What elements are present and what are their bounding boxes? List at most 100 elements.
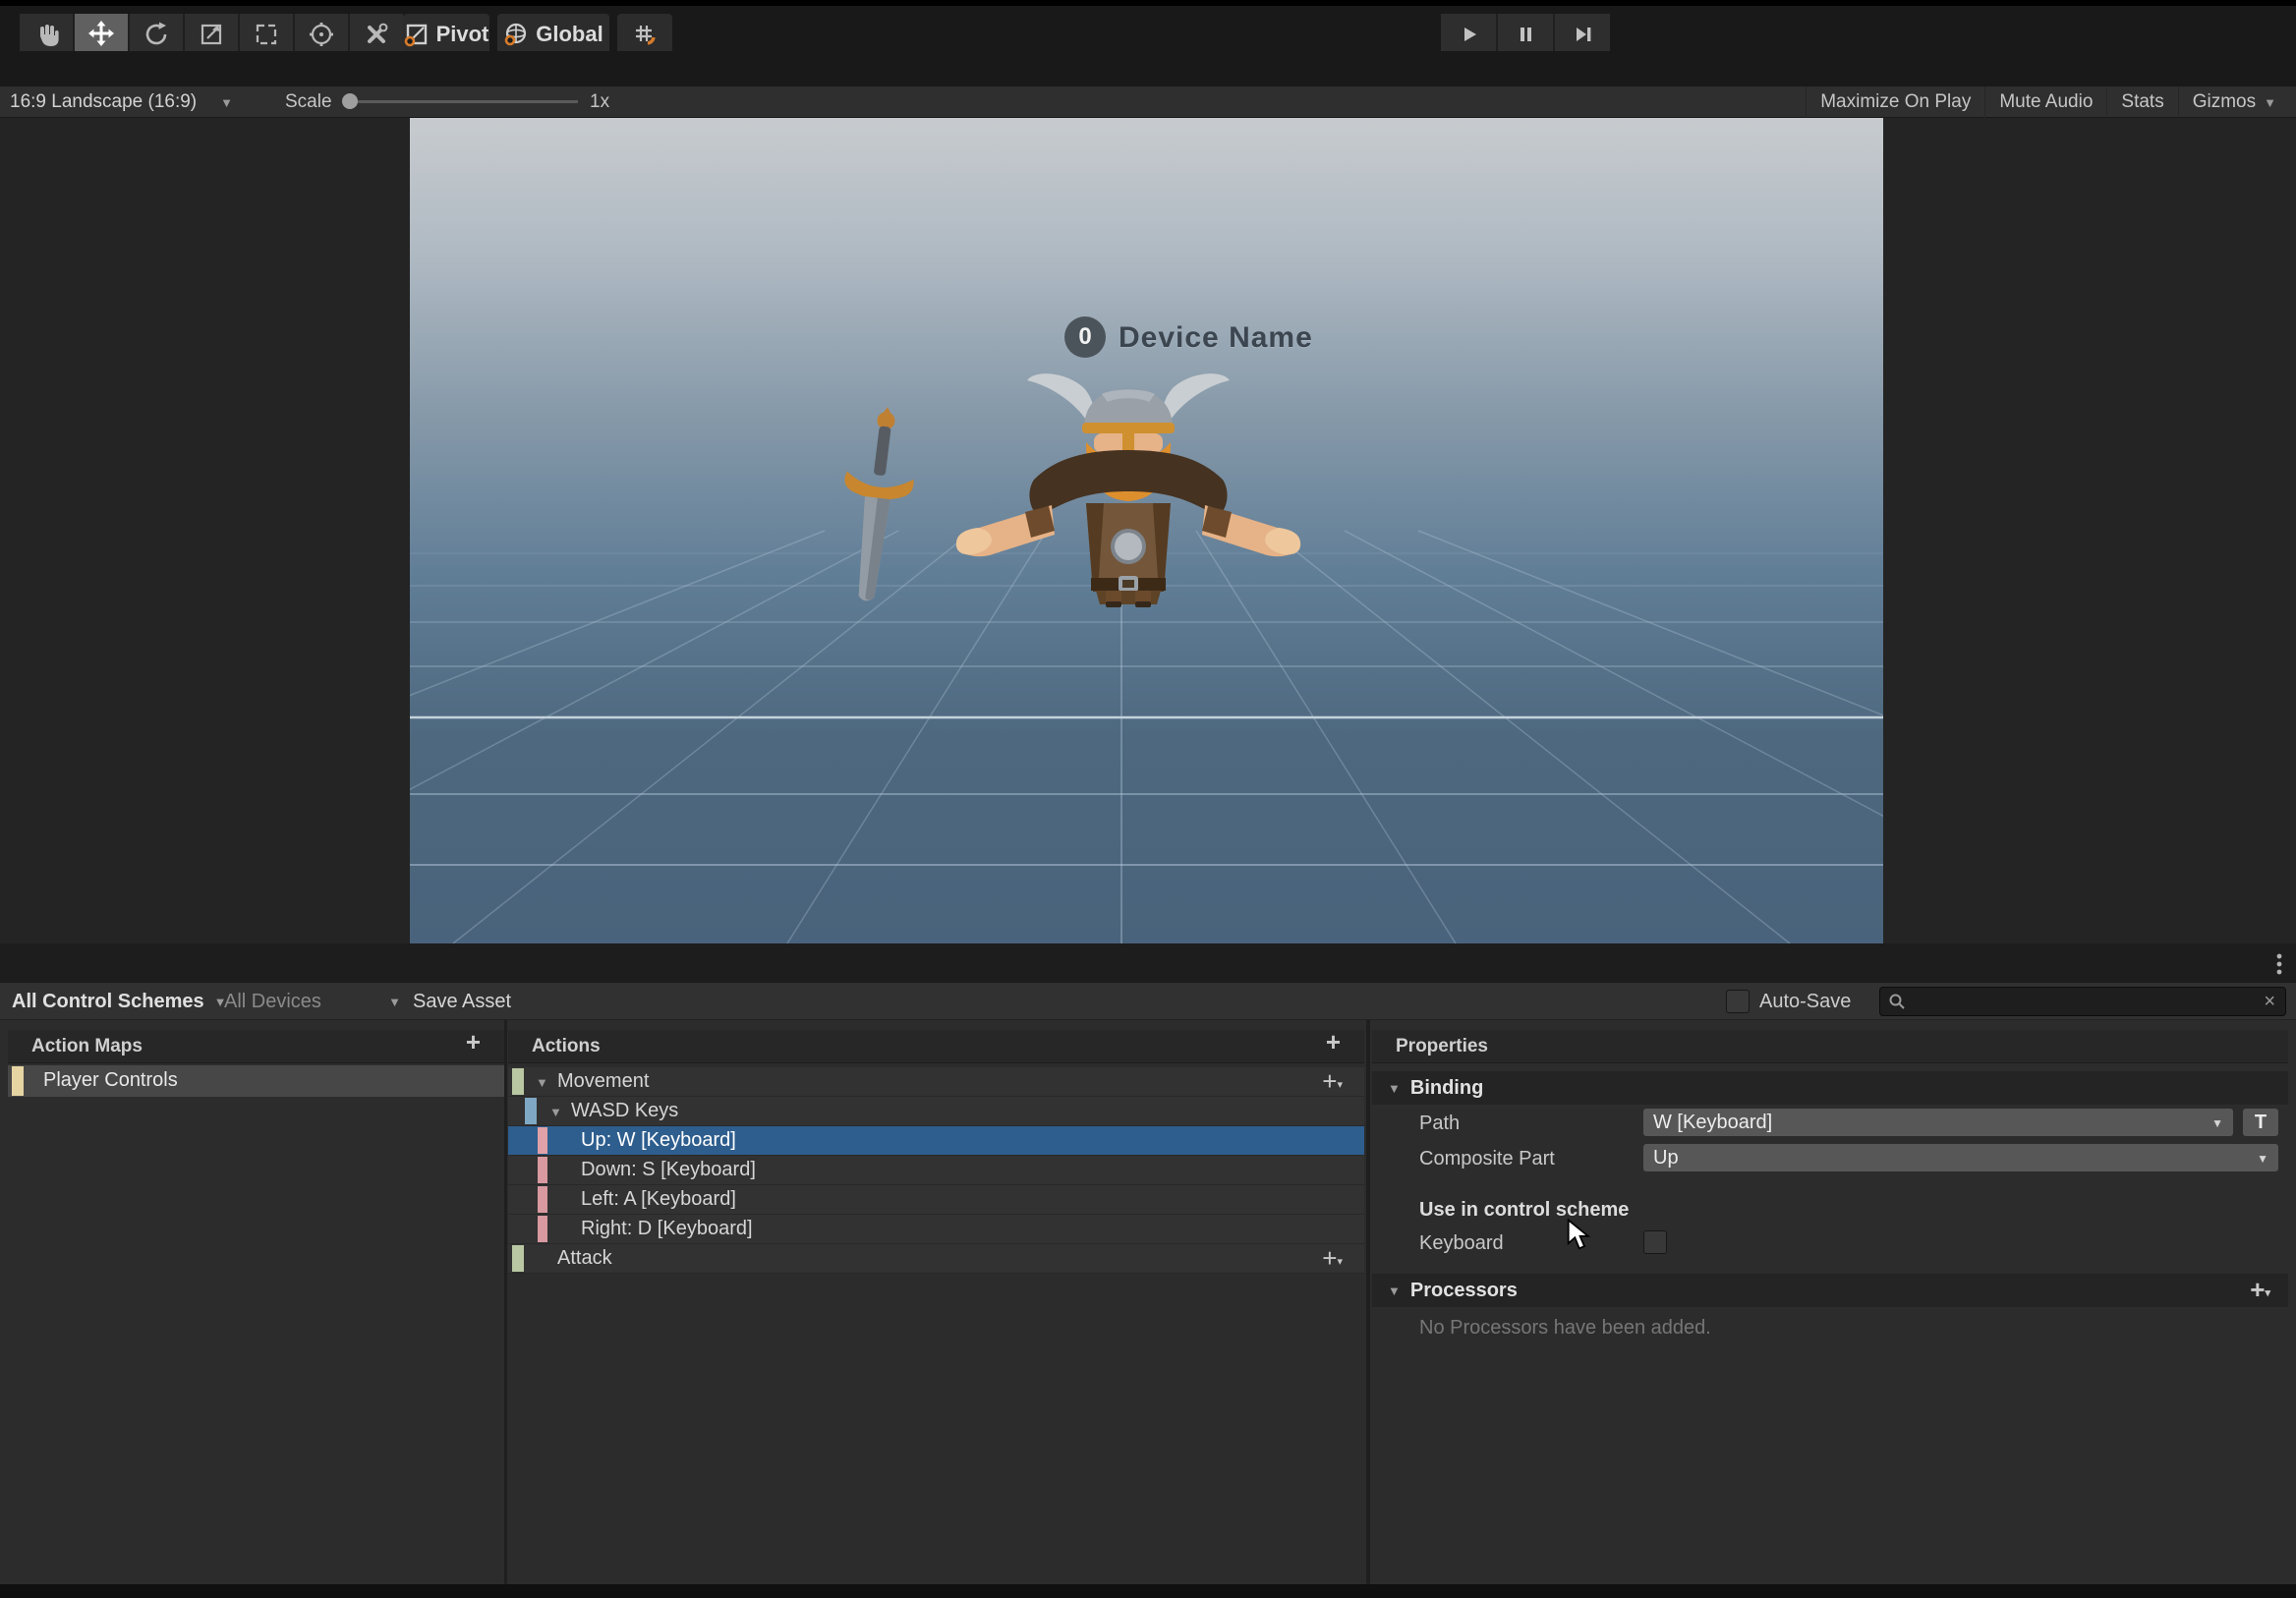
window-menu-icon[interactable] <box>2272 951 2286 977</box>
action-color-strip <box>512 1245 524 1272</box>
add-action-button[interactable]: + <box>1326 1032 1341 1052</box>
search-clear-icon[interactable]: × <box>2264 991 2275 1013</box>
devices-arrow: ▼ <box>388 995 401 1009</box>
control-scheme-heading: Use in control scheme <box>1419 1199 1629 1222</box>
transform-tool-button[interactable] <box>295 14 348 55</box>
mute-audio-button[interactable]: Mute Audio <box>1984 86 2106 118</box>
scale-slider[interactable] <box>346 100 578 103</box>
add-binding-button[interactable]: +▾ <box>1322 1071 1343 1091</box>
path-dropdown[interactable]: W [Keyboard] ▼ <box>1643 1109 2233 1136</box>
step-button[interactable] <box>1555 14 1610 55</box>
rect-tool-button[interactable] <box>240 14 293 55</box>
path-label: Path <box>1419 1113 1460 1135</box>
binding-row-label: Left: A [Keyboard] <box>581 1188 736 1211</box>
action-row-label: Movement <box>557 1070 649 1093</box>
scale-tool-button[interactable] <box>185 14 238 55</box>
auto-save-label: Auto-Save <box>1759 991 1851 1013</box>
binding-section-label: Binding <box>1410 1077 1483 1100</box>
binding-row-left[interactable]: Left: A [Keyboard] <box>508 1185 1364 1215</box>
composite-part-value: Up <box>1653 1147 1679 1169</box>
binding-color-strip <box>538 1186 547 1213</box>
column-divider-1[interactable] <box>504 1020 507 1584</box>
auto-save-checkbox[interactable] <box>1726 990 1750 1013</box>
search-field[interactable]: × <box>1879 987 2286 1016</box>
globe-icon <box>503 22 529 47</box>
window-bottom-strip <box>0 1584 2296 1598</box>
action-map-color-strip <box>12 1066 24 1096</box>
devices-dropdown[interactable]: All Devices ▼ <box>224 983 401 1020</box>
processors-section-foldout[interactable]: ▼ Processors +▾ <box>1372 1274 2288 1307</box>
action-map-label: Player Controls <box>43 1069 178 1092</box>
processors-fold-arrow: ▼ <box>1388 1284 1401 1298</box>
path-text-mode-button[interactable]: T <box>2243 1109 2278 1136</box>
global-toggle-button[interactable]: Global <box>497 14 609 55</box>
scale-slider-knob[interactable] <box>342 93 358 109</box>
mute-audio-label: Mute Audio <box>1999 91 2093 113</box>
maximize-on-play-label: Maximize On Play <box>1820 91 1971 113</box>
column-divider-2[interactable] <box>1366 1020 1370 1584</box>
game-scene <box>410 118 1883 943</box>
binding-row-right[interactable]: Right: D [Keyboard] <box>508 1215 1364 1244</box>
play-button[interactable] <box>1441 14 1496 55</box>
action-row-wasd-keys[interactable]: ▼ WASD Keys <box>508 1097 1364 1126</box>
path-text-mode-label: T <box>2255 1112 2267 1133</box>
action-maps-header-label: Action Maps <box>31 1036 143 1057</box>
binding-color-strip <box>538 1216 547 1242</box>
gizmos-dropdown[interactable]: Gizmos ▼ <box>2178 86 2290 118</box>
composite-part-dropdown[interactable]: Up ▼ <box>1643 1144 2278 1171</box>
scheme-keyboard-checkbox[interactable] <box>1643 1230 1667 1254</box>
binding-color-strip <box>538 1157 547 1183</box>
binding-row-up-selected[interactable]: Up: W [Keyboard] <box>508 1126 1364 1156</box>
processors-section-label: Processors <box>1410 1280 1518 1302</box>
binding-section-foldout[interactable]: ▼ Binding <box>1372 1071 2288 1105</box>
device-index: 0 <box>1078 323 1091 351</box>
grid-snapping-button[interactable] <box>617 14 672 55</box>
composite-part-label: Composite Part <box>1419 1148 1555 1170</box>
action-row-attack[interactable]: Attack +▾ <box>508 1244 1364 1274</box>
search-input[interactable] <box>1914 991 2254 1013</box>
mouse-cursor <box>1567 1219 1596 1252</box>
binding-row-label: Up: W [Keyboard] <box>581 1129 736 1152</box>
pivot-toggle-button[interactable]: Pivot <box>403 14 489 55</box>
rotate-tool-button[interactable] <box>130 14 183 55</box>
aspect-dropdown-arrow: ▼ <box>220 95 233 110</box>
add-binding-button[interactable]: +▾ <box>1322 1248 1343 1268</box>
processors-empty-text: No Processors have been added. <box>1419 1317 1711 1340</box>
pause-icon <box>1512 21 1539 48</box>
add-processor-button[interactable]: +▾ <box>2250 1280 2270 1299</box>
move-tool-button[interactable] <box>75 14 128 55</box>
device-name-label: Device Name <box>1119 321 1313 355</box>
aspect-value: 16:9 Landscape (16:9) <box>10 91 197 113</box>
scale-label: Scale <box>285 91 332 113</box>
action-row-label: WASD Keys <box>571 1100 678 1122</box>
save-asset-label: Save Asset <box>413 991 511 1013</box>
movement-fold-arrow[interactable]: ▼ <box>536 1075 548 1090</box>
global-label: Global <box>536 22 603 47</box>
hand-icon <box>32 21 60 48</box>
custom-tools-button[interactable] <box>350 14 403 55</box>
scale-value: 1x <box>590 91 609 113</box>
maximize-on-play-button[interactable]: Maximize On Play <box>1806 86 1984 118</box>
action-map-row-player-controls[interactable]: Player Controls <box>8 1065 504 1097</box>
stats-label: Stats <box>2121 91 2163 113</box>
pause-button[interactable] <box>1498 14 1553 55</box>
binding-row-down[interactable]: Down: S [Keyboard] <box>508 1156 1364 1185</box>
scheme-keyboard-label: Keyboard <box>1419 1232 1504 1255</box>
play-icon <box>1455 21 1482 48</box>
hand-tool-button[interactable] <box>20 14 73 55</box>
stats-button[interactable]: Stats <box>2106 86 2177 118</box>
game-viewport <box>410 118 1883 943</box>
path-dropdown-arrow: ▼ <box>2211 1110 2223 1137</box>
transform-icon <box>308 21 335 48</box>
action-row-label: Attack <box>557 1247 612 1270</box>
control-schemes-dropdown[interactable]: All Control Schemes ▼ <box>12 983 226 1020</box>
aspect-dropdown[interactable]: 16:9 Landscape (16:9) ▼ <box>10 86 233 118</box>
save-asset-button[interactable]: Save Asset <box>413 983 511 1020</box>
wrench-icon <box>363 21 390 48</box>
wasd-fold-arrow[interactable]: ▼ <box>549 1105 562 1119</box>
asset-window-tab-bar: (*) InputActions_Warrior (I... <box>0 943 2296 983</box>
action-row-movement[interactable]: ▼ Movement +▾ <box>508 1067 1364 1097</box>
view-tab-bar: Game Package Manager <box>0 51 2296 86</box>
add-action-map-button[interactable]: + <box>466 1032 481 1052</box>
action-maps-header: Action Maps + <box>8 1030 504 1063</box>
